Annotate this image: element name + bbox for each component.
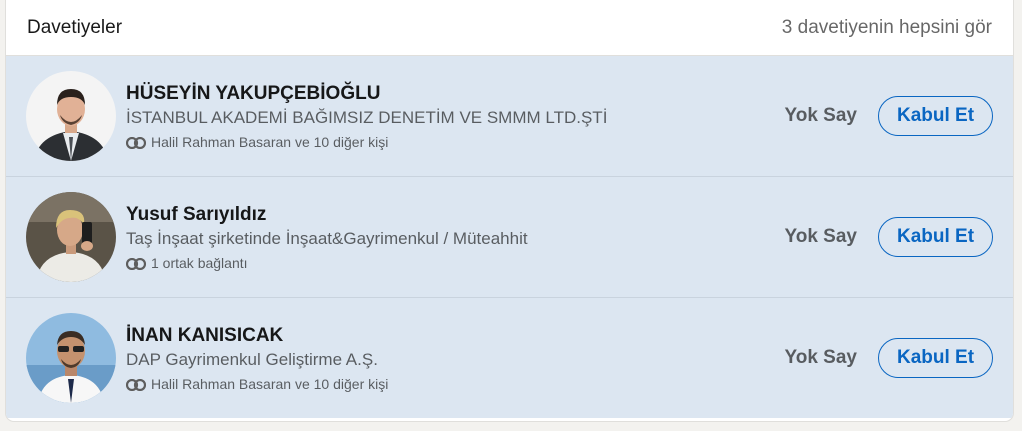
ignore-button[interactable]: Yok Say: [784, 347, 857, 369]
mutual-connections-text: Halil Rahman Basaran ve 10 diğer kişi: [151, 376, 389, 392]
accept-button[interactable]: Kabul Et: [878, 338, 993, 378]
mutual-connections-icon: [125, 136, 147, 150]
inviter-headline: İSTANBUL AKADEMİ BAĞIMSIZ DENETİM VE SMM…: [126, 108, 608, 127]
invitations-header: Davetiyeler 3 davetiyenin hepsini gör: [6, 0, 1013, 56]
inviter-headline: DAP Gayrimenkul Geliştirme A.Ş.: [126, 350, 378, 369]
invitation-info: İNAN KANISICAK DAP Gayrimenkul Geliştirm…: [125, 324, 784, 392]
mutual-connections[interactable]: Halil Rahman Basaran ve 10 diğer kişi: [125, 376, 784, 392]
ignore-button[interactable]: Yok Say: [784, 105, 857, 127]
invitation-item: İNAN KANISICAK DAP Gayrimenkul Geliştirm…: [6, 298, 1013, 418]
inviter-headline: Taş İnşaat şirketinde İnşaat&Gayrimenkul…: [126, 229, 528, 248]
ignore-button[interactable]: Yok Say: [784, 226, 857, 248]
invitation-actions: Yok Say Kabul Et: [784, 338, 993, 378]
accept-button[interactable]: Kabul Et: [878, 96, 993, 136]
mutual-connections[interactable]: 1 ortak bağlantı: [125, 255, 784, 271]
avatar[interactable]: [26, 192, 116, 282]
profile-photo: [26, 192, 116, 282]
accept-button[interactable]: Kabul Et: [878, 217, 993, 257]
invitation-actions: Yok Say Kabul Et: [784, 96, 993, 136]
mutual-connections[interactable]: Halil Rahman Basaran ve 10 diğer kişi: [125, 134, 784, 150]
invitation-item: Yusuf Sarıyıldız Taş İnşaat şirketinde İ…: [6, 177, 1013, 298]
inviter-name[interactable]: HÜSEYİN YAKUPÇEBİOĞLU: [126, 82, 784, 106]
invitation-actions: Yok Say Kabul Et: [784, 217, 993, 257]
invitations-title: Davetiyeler: [27, 16, 123, 38]
profile-photo: [26, 313, 116, 403]
mutual-connections-text: 1 ortak bağlantı: [151, 255, 248, 271]
invitation-list: HÜSEYİN YAKUPÇEBİOĞLU İSTANBUL AKADEMİ B…: [6, 56, 1013, 418]
avatar[interactable]: [26, 71, 116, 161]
inviter-name[interactable]: İNAN KANISICAK: [126, 324, 784, 348]
avatar[interactable]: [26, 313, 116, 403]
inviter-name[interactable]: Yusuf Sarıyıldız: [126, 203, 784, 227]
profile-photo: [26, 71, 116, 161]
invitation-info: HÜSEYİN YAKUPÇEBİOĞLU İSTANBUL AKADEMİ B…: [125, 82, 784, 150]
invitation-item: HÜSEYİN YAKUPÇEBİOĞLU İSTANBUL AKADEMİ B…: [6, 56, 1013, 177]
mutual-connections-icon: [125, 257, 147, 271]
see-all-invitations-link[interactable]: 3 davetiyenin hepsini gör: [782, 17, 992, 39]
mutual-connections-text: Halil Rahman Basaran ve 10 diğer kişi: [151, 134, 389, 150]
mutual-connections-icon: [125, 378, 147, 392]
invitation-info: Yusuf Sarıyıldız Taş İnşaat şirketinde İ…: [125, 203, 784, 271]
invitations-card: Davetiyeler 3 davetiyenin hepsini gör HÜ…: [6, 0, 1013, 421]
